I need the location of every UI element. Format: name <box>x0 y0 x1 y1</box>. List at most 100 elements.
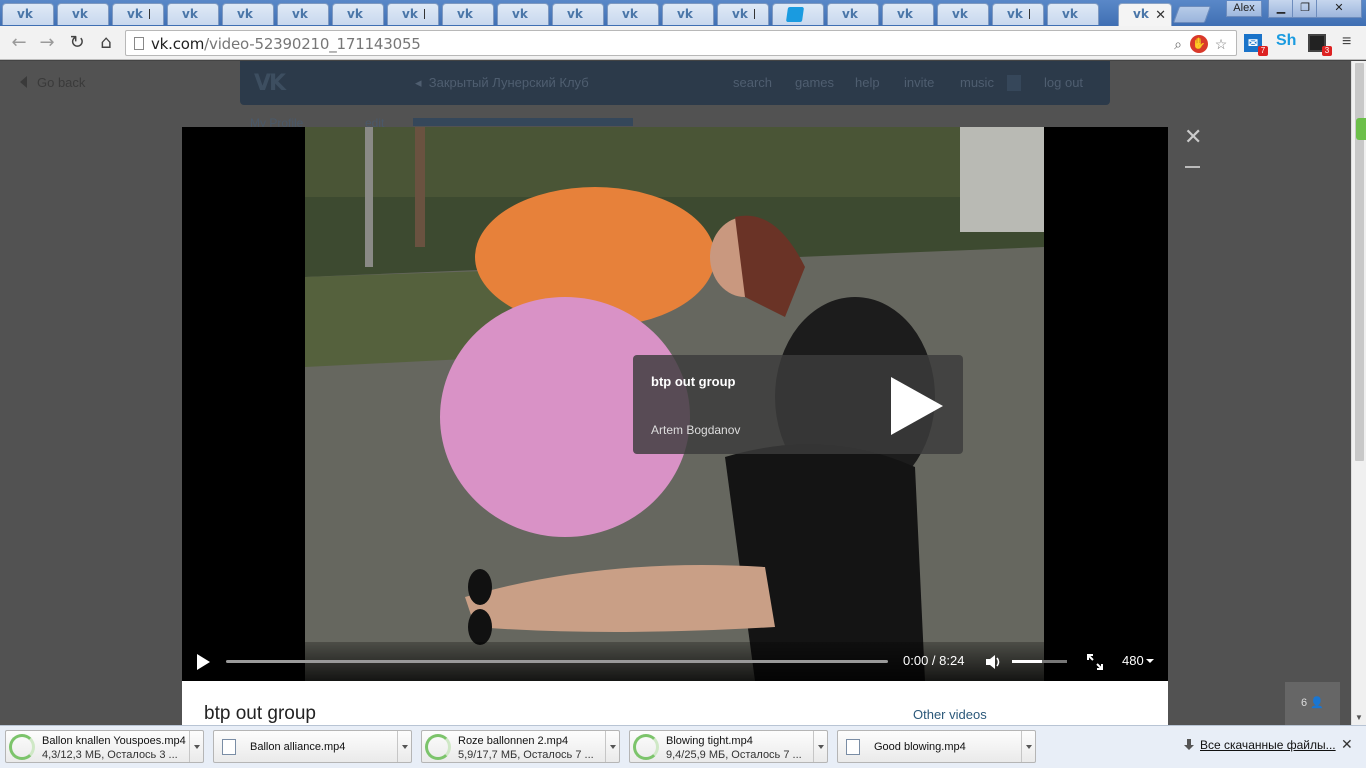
download-filename: Ballon alliance.mp4 <box>250 741 346 753</box>
bookmark-star-icon[interactable]: ☆ <box>1212 35 1230 53</box>
go-back-label: Go back <box>37 75 86 90</box>
nav-music[interactable]: music <box>960 75 994 90</box>
page-scrollbar[interactable]: ▼ <box>1351 61 1366 725</box>
show-all-downloads-link[interactable]: Все скачанные файлы... <box>1200 738 1336 752</box>
tab-vk[interactable]: vk <box>277 3 329 25</box>
big-play-icon[interactable] <box>891 377 943 435</box>
download-status: 4,3/12,3 МБ, Осталось 3 ... <box>42 749 178 761</box>
profile-name[interactable]: Alex <box>1226 1 1262 17</box>
fullscreen-icon[interactable] <box>1086 653 1104 671</box>
vk-logo[interactable]: VK <box>254 71 286 96</box>
back-arrow-icon[interactable]: ← <box>8 32 30 54</box>
video-title: btp out group <box>204 703 316 724</box>
tab-vk[interactable]: vk <box>937 3 989 25</box>
time-display: 0:00 / 8:24 <box>903 653 965 668</box>
video-frame[interactable]: btp out group Artem Bogdanov <box>305 127 1044 681</box>
vk-favicon-icon: vk <box>237 7 253 21</box>
adblock-icon[interactable]: ✋ <box>1190 35 1208 53</box>
restore-window-button[interactable]: ❐ <box>1292 0 1318 18</box>
tab-vk[interactable]: vk <box>827 3 879 25</box>
nav-games[interactable]: games <box>795 75 834 90</box>
tab-vk[interactable]: vk <box>222 3 274 25</box>
zoom-icon[interactable]: ⌕ <box>1169 35 1187 53</box>
vk-favicon-icon: vk <box>182 7 198 21</box>
go-back-link[interactable]: Go back <box>20 75 85 90</box>
tab-vk[interactable]: vk <box>112 3 164 25</box>
tab-vk[interactable]: vk <box>717 3 769 25</box>
nav-log-out[interactable]: log out <box>1044 75 1083 90</box>
tab-vk[interactable]: vk <box>387 3 439 25</box>
tab-vk[interactable]: vk <box>57 3 109 25</box>
overlay-author[interactable]: Artem Bogdanov <box>651 423 740 437</box>
tab-vk[interactable]: vk <box>992 3 1044 25</box>
page-tab <box>413 118 633 126</box>
vk-favicon-icon: vk <box>897 7 913 21</box>
player-controls: 0:00 / 8:24 480 <box>182 642 1168 681</box>
video-info-bar: btp out group Other videos <box>182 681 1168 725</box>
tab-vk[interactable]: vk <box>167 3 219 25</box>
scroll-down-arrow-icon[interactable]: ▼ <box>1355 713 1363 722</box>
tab-vk[interactable]: vk <box>1047 3 1099 25</box>
download-menu-button[interactable] <box>605 731 619 762</box>
tab-vk[interactable]: vk <box>552 3 604 25</box>
menu-icon[interactable]: ≡ <box>1342 34 1358 50</box>
vk-favicon-icon: vk <box>457 7 473 21</box>
downloads-shelf: Ballon knallen Youspoes.mp4 4,3/12,3 МБ,… <box>0 725 1366 768</box>
download-menu-button[interactable] <box>189 731 203 762</box>
close-window-button[interactable]: ✕ <box>1316 0 1362 18</box>
tab-active[interactable]: vk ✕ <box>1118 3 1172 26</box>
close-modal-icon[interactable]: ✕ <box>1184 124 1202 150</box>
tab-title-fragment <box>754 9 755 19</box>
nav-help[interactable]: help <box>855 75 880 90</box>
seek-bar[interactable] <box>226 660 888 663</box>
download-item[interactable]: Good blowing.mp4 <box>837 730 1036 763</box>
browser-toolbar: ← → ↻ ⌂ vk.com/video-52390210_171143055 … <box>0 26 1366 60</box>
download-item[interactable]: Blowing tight.mp4 9,4/25,9 МБ, Осталось … <box>629 730 828 763</box>
download-item[interactable]: Roze ballonnen 2.mp4 5,9/17,7 МБ, Остало… <box>421 730 620 763</box>
vk-favicon-icon: vk <box>292 7 308 21</box>
nav-search[interactable]: search <box>733 75 772 90</box>
extension-sh-icon[interactable]: Sh <box>1276 32 1296 50</box>
other-videos-link[interactable]: Other videos <box>913 707 987 722</box>
nav-invite[interactable]: invite <box>904 75 934 90</box>
download-item[interactable]: Ballon knallen Youspoes.mp4 4,3/12,3 МБ,… <box>5 730 204 763</box>
minimize-player-icon[interactable] <box>1185 166 1200 168</box>
url-text[interactable]: vk.com/video-52390210_171143055 <box>151 35 421 53</box>
download-item[interactable]: Ballon alliance.mp4 <box>213 730 412 763</box>
tab-vk[interactable]: vk <box>662 3 714 25</box>
tab-vk[interactable]: vk <box>2 3 54 25</box>
quality-selector[interactable]: 480 <box>1122 653 1154 668</box>
minimize-window-button[interactable]: ▁ <box>1268 0 1294 18</box>
download-menu-button[interactable] <box>813 731 827 762</box>
vk-favicon-icon: vk <box>1007 7 1023 21</box>
forward-arrow-icon[interactable]: → <box>36 32 58 54</box>
close-downloads-icon[interactable]: ✕ <box>1341 736 1353 753</box>
download-filename: Blowing tight.mp4 <box>666 735 753 747</box>
tab-vk[interactable]: vk <box>442 3 494 25</box>
tab-vk[interactable]: vk <box>882 3 934 25</box>
address-bar[interactable]: vk.com/video-52390210_171143055 ⌕ ✋ ☆ <box>125 30 1237 56</box>
video-info-overlay[interactable]: btp out group Artem Bogdanov <box>633 355 963 454</box>
play-icon[interactable] <box>197 654 210 670</box>
viewers-count-button[interactable]: 6 👤 <box>1285 682 1340 725</box>
vk-header: VK ◂ Закрытый Лунерский Клуб search game… <box>240 61 1110 105</box>
side-extension-tab[interactable] <box>1356 118 1366 140</box>
download-menu-button[interactable] <box>1021 731 1035 762</box>
nav-more-icon[interactable] <box>1007 75 1021 91</box>
new-tab-button[interactable] <box>1172 6 1212 23</box>
volume-icon[interactable] <box>984 653 1004 671</box>
vk-favicon-icon: vk <box>622 7 638 21</box>
tab-vk[interactable]: vk <box>497 3 549 25</box>
vk-favicon-icon: vk <box>512 7 528 21</box>
close-tab-icon[interactable]: ✕ <box>1155 7 1166 23</box>
browser-window: vk vk vk vk vk vk vk vk vk vk vk vk vk v… <box>0 0 1366 768</box>
tab-other[interactable] <box>772 3 824 25</box>
tab-vk[interactable]: vk <box>607 3 659 25</box>
club-link[interactable]: ◂ Закрытый Лунерский Клуб <box>415 75 589 91</box>
tab-vk[interactable]: vk <box>332 3 384 25</box>
tab-strip: vk vk vk vk vk vk vk vk vk vk vk vk vk v… <box>0 0 1366 26</box>
volume-slider[interactable] <box>1012 660 1067 663</box>
download-menu-button[interactable] <box>397 731 411 762</box>
home-icon[interactable]: ⌂ <box>95 32 117 54</box>
reload-icon[interactable]: ↻ <box>66 32 88 54</box>
